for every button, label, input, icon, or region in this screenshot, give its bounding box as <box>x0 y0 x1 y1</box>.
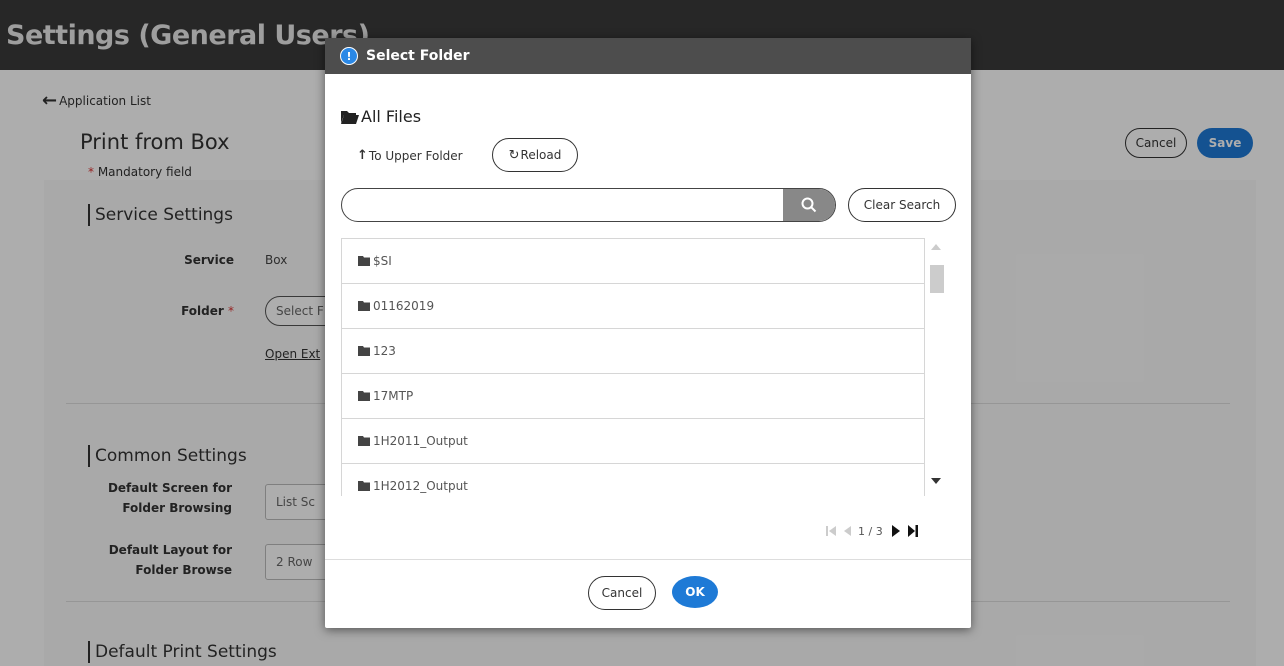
dialog-cancel-button[interactable]: Cancel <box>588 576 656 610</box>
folder-icon <box>358 346 370 356</box>
folder-icon <box>358 256 370 266</box>
folder-row[interactable]: 17MTP <box>341 373 925 419</box>
dialog-footer-divider <box>325 559 971 560</box>
search-box <box>341 188 836 222</box>
current-folder-name: All Files <box>361 107 422 126</box>
folder-name: $SI <box>373 254 392 268</box>
previous-page-icon[interactable] <box>843 524 852 538</box>
folder-icon <box>358 301 370 311</box>
folder-open-icon <box>341 110 359 124</box>
dialog-header: ! Select Folder <box>325 38 971 74</box>
folder-name: 01162019 <box>373 299 435 313</box>
scroll-thumb[interactable] <box>930 265 944 293</box>
search-button[interactable] <box>783 189 835 221</box>
folder-icon <box>358 436 370 446</box>
dialog-ok-button[interactable]: OK <box>672 576 718 608</box>
reload-icon: ↻ <box>508 147 520 163</box>
info-icon: ! <box>340 47 358 65</box>
dialog-title: Select Folder <box>366 48 470 64</box>
to-upper-folder-button[interactable]: ↑ To Upper Folder <box>357 148 463 163</box>
to-upper-folder-label: To Upper Folder <box>368 148 463 163</box>
first-page-icon[interactable] <box>825 524 837 538</box>
page-total: 3 <box>875 524 883 538</box>
select-folder-dialog: ! Select Folder All Files ↑ To Upper Fol… <box>325 38 971 628</box>
folder-icon <box>358 391 370 401</box>
page-current: 1 <box>858 524 865 538</box>
folder-row[interactable]: 1H2012_Output <box>341 463 925 496</box>
scroll-down-icon[interactable] <box>931 478 941 484</box>
arrow-up-icon: ↑ <box>357 148 368 163</box>
folder-list: $SI 01162019 123 17MTP 1H2011_Output 1H2… <box>341 238 927 496</box>
folder-list-scrollbar[interactable] <box>927 238 947 496</box>
scroll-up-icon[interactable] <box>931 244 941 250</box>
clear-search-button[interactable]: Clear Search <box>848 188 956 222</box>
folder-name: 17MTP <box>373 389 414 403</box>
search-input[interactable] <box>342 189 796 221</box>
folder-name: 1H2011_Output <box>373 434 468 448</box>
folder-name: 123 <box>373 344 396 358</box>
current-folder: All Files <box>341 107 421 126</box>
next-page-icon[interactable] <box>891 524 901 538</box>
folder-row[interactable]: $SI <box>341 238 925 284</box>
last-page-icon[interactable] <box>907 524 919 538</box>
pagination: 1 / 3 <box>825 522 919 540</box>
folder-name: 1H2012_Output <box>373 479 468 493</box>
reload-button[interactable]: ↻ Reload <box>492 138 578 172</box>
reload-label: Reload <box>520 148 562 162</box>
folder-row[interactable]: 123 <box>341 328 925 374</box>
page-separator: / <box>865 524 876 538</box>
folder-row[interactable]: 1H2011_Output <box>341 418 925 464</box>
folder-icon <box>358 481 370 491</box>
folder-row[interactable]: 01162019 <box>341 283 925 329</box>
search-icon <box>801 197 817 213</box>
